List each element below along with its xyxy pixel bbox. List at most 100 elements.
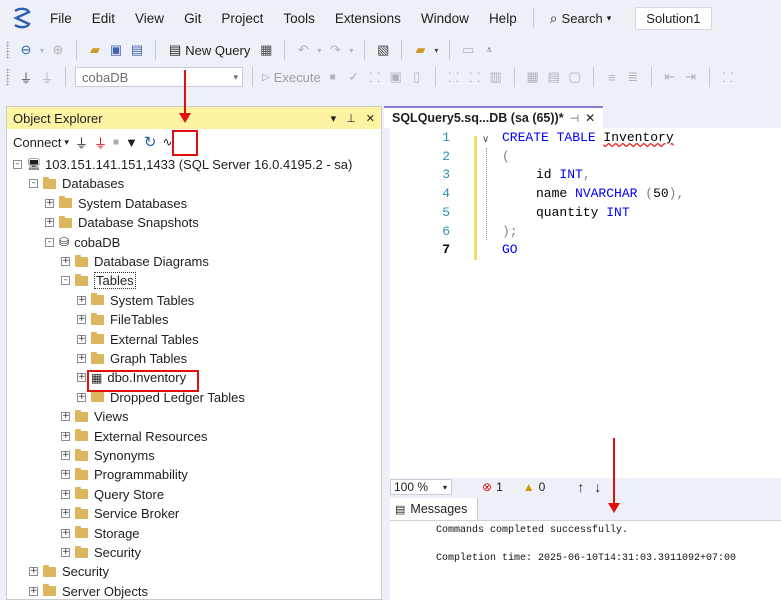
tree-node[interactable]: + External Resources <box>61 427 207 446</box>
client-stats-icon[interactable]: ▥ <box>487 68 505 86</box>
expand-icon[interactable]: + <box>45 218 54 228</box>
stop-icon[interactable]: ■ <box>113 137 119 148</box>
menu-extensions[interactable]: Extensions <box>325 11 411 26</box>
specify-values-icon[interactable]: ⸬ <box>719 68 737 86</box>
close-icon[interactable]: ✕ <box>585 111 595 125</box>
save-icon[interactable]: ▣ <box>107 41 125 59</box>
results-icon[interactable]: ▯ <box>408 68 426 86</box>
execute-button[interactable]: ▷ Execute <box>262 70 321 85</box>
expand-icon[interactable]: + <box>61 470 70 480</box>
expand-icon[interactable]: + <box>29 567 38 577</box>
tree-node[interactable]: - 🖥 103.151.141.151,1433 (SQL Server 16.0.… <box>13 155 352 174</box>
tree-node[interactable]: + Views <box>61 407 128 426</box>
decrease-indent-icon[interactable]: ⇤ <box>661 68 679 86</box>
connect-plug-icon[interactable]: ⏚ <box>17 68 35 86</box>
arrow-down-icon[interactable]: ↓ <box>594 479 601 495</box>
collapse-icon[interactable]: - <box>61 276 70 286</box>
expand-icon[interactable]: + <box>61 509 70 519</box>
tree-node[interactable]: + System Tables <box>77 291 194 310</box>
results-to-grid-icon[interactable]: ▦ <box>524 68 542 86</box>
uncomment-icon[interactable]: ≣ <box>624 68 642 86</box>
filter-icon[interactable]: ▼ <box>125 135 138 150</box>
collapse-icon[interactable]: - <box>13 160 22 169</box>
tree-node[interactable]: - Databases <box>29 174 124 193</box>
database-select[interactable]: cobaDB ▾ <box>75 67 243 87</box>
collapse-icon[interactable]: - <box>45 237 54 247</box>
change-connection-icon[interactable]: ⏚ <box>38 68 56 86</box>
tree-node[interactable]: + Server Objects <box>29 582 148 600</box>
live-stats-icon[interactable]: ⸬ <box>466 68 484 86</box>
menu-git[interactable]: Git <box>174 11 211 26</box>
solution-name-badge[interactable]: Solution1 <box>635 6 712 30</box>
messages-tab[interactable]: ▤ Messages <box>390 498 478 520</box>
expand-icon[interactable]: + <box>61 431 70 441</box>
disconnect-icon[interactable]: ⏚ <box>94 133 107 152</box>
tree-node[interactable]: + Security <box>29 562 109 581</box>
chevron-down-icon[interactable]: ▾ <box>347 41 355 59</box>
collapse-chevron-icon[interactable]: ∨ <box>482 134 489 145</box>
expand-icon[interactable]: + <box>77 392 86 402</box>
results-to-text-icon[interactable]: ▤ <box>545 68 563 86</box>
toolbar-overflow-icon[interactable]: ⩡ <box>480 41 498 59</box>
query-designer-icon[interactable]: ▣ <box>387 68 405 86</box>
properties-icon[interactable]: ▧ <box>374 41 392 59</box>
chevron-down-icon[interactable]: ▾ <box>38 41 46 59</box>
menu-view[interactable]: View <box>125 11 174 26</box>
tree-node[interactable]: + Graph Tables <box>77 349 187 368</box>
tree-node[interactable]: - ⛁ cobaDB <box>45 233 120 252</box>
comment-icon[interactable]: ≡ <box>603 68 621 86</box>
tree-node[interactable]: + Security <box>61 543 141 562</box>
forward-icon[interactable]: ⊕ <box>49 41 67 59</box>
search-button[interactable]: ⌕ Search ▾ <box>540 10 622 27</box>
open-file-icon[interactable]: ▰ <box>86 41 104 59</box>
menu-window[interactable]: Window <box>411 11 479 26</box>
window-icon[interactable]: ▭ <box>459 41 477 59</box>
tree-node[interactable]: + FileTables <box>77 310 169 329</box>
tree-node[interactable]: + Service Broker <box>61 504 179 523</box>
expand-icon[interactable]: + <box>61 412 70 422</box>
expand-icon[interactable]: + <box>61 489 70 499</box>
display-plan-icon[interactable]: ⸬ <box>366 68 384 86</box>
redo-icon[interactable]: ↷ <box>326 41 344 59</box>
tree-node[interactable]: + Database Diagrams <box>61 252 209 271</box>
stop-icon[interactable]: ■ <box>324 68 342 86</box>
parse-check-icon[interactable]: ✓ <box>345 68 363 86</box>
pin-icon[interactable]: ⊥ <box>346 112 356 125</box>
sql-editor[interactable]: 1 CREATE TABLE Inventory 2 (3 id INT, 4 name N… <box>390 128 781 478</box>
menu-file[interactable]: File <box>40 11 82 26</box>
tree-node[interactable]: + External Tables <box>77 330 199 349</box>
connect-button[interactable]: Connect ▾ <box>13 135 69 150</box>
tree-node[interactable]: - Tables <box>61 271 136 290</box>
toolbar-grip[interactable] <box>6 41 10 59</box>
expand-icon[interactable]: + <box>77 315 86 325</box>
chevron-down-icon[interactable]: ▾ <box>315 41 323 59</box>
collapse-icon[interactable]: - <box>29 179 38 189</box>
tree-node[interactable]: + Database Snapshots <box>45 213 199 232</box>
expand-icon[interactable]: + <box>45 198 54 208</box>
menu-help[interactable]: Help <box>479 11 527 26</box>
expand-icon[interactable]: + <box>77 334 86 344</box>
tab-sqlquery5[interactable]: SQLQuery5.sq...DB (sa (65))* ⊣ ✕ <box>384 106 604 128</box>
results-to-file-icon[interactable]: ▢ <box>566 68 584 86</box>
panel-dropdown-icon[interactable]: ▾ <box>331 112 337 125</box>
close-icon[interactable]: ✕ <box>366 112 375 125</box>
tree-node[interactable]: + System Databases <box>45 194 187 213</box>
expand-icon[interactable]: + <box>61 451 70 460</box>
increase-indent-icon[interactable]: ⇥ <box>682 68 700 86</box>
zoom-select[interactable]: 100 % ▾ <box>390 479 452 495</box>
warning-indicator[interactable]: ▲ 0 <box>523 480 546 494</box>
folder-icon[interactable]: ▰ <box>411 41 429 59</box>
save-all-icon[interactable]: ▤ <box>128 41 146 59</box>
expand-icon[interactable]: + <box>61 548 70 557</box>
refresh-icon[interactable]: ↻ <box>144 133 157 151</box>
menu-tools[interactable]: Tools <box>273 11 325 26</box>
ssms-logo-icon[interactable] <box>10 6 34 30</box>
tree-node[interactable]: + Query Store <box>61 485 164 504</box>
error-indicator[interactable]: ⊗ 1 <box>482 480 503 494</box>
toolbar-grip[interactable] <box>6 68 10 86</box>
new-query-button[interactable]: ▤ New Query <box>165 42 254 58</box>
tree-node[interactable]: + Storage <box>61 524 140 543</box>
pin-icon[interactable]: ⊣ <box>570 112 580 125</box>
menu-project[interactable]: Project <box>211 11 273 26</box>
tree-node[interactable]: + Programmability <box>61 465 188 484</box>
